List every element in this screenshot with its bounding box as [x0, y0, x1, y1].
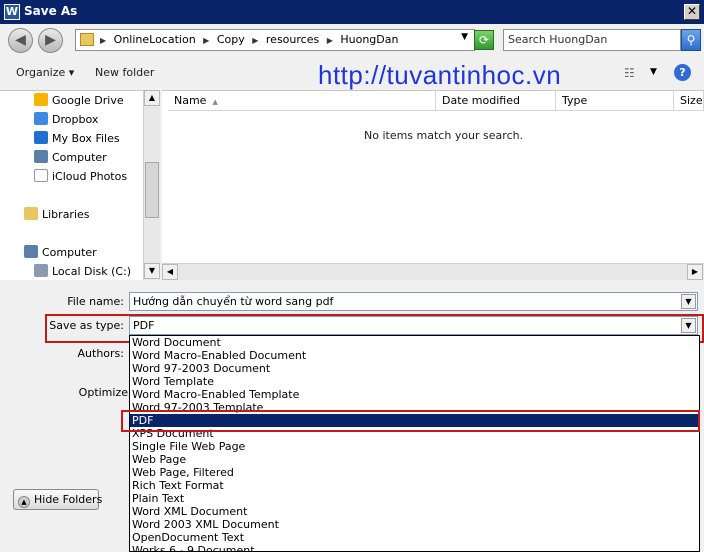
- nav-item-local-disk[interactable]: Local Disk (C:): [34, 264, 131, 282]
- google-drive-icon: [34, 93, 48, 106]
- chevron-up-icon: ▲: [18, 496, 30, 508]
- type-option[interactable]: Plain Text: [130, 492, 699, 505]
- column-header-type[interactable]: Type: [556, 91, 674, 111]
- nav-item-computer[interactable]: Computer: [34, 150, 107, 168]
- chevron-right-icon: ▶: [100, 36, 107, 45]
- breadcrumb: ▶ OnlineLocation ▶ Copy ▶ resources ▶ Hu…: [100, 33, 402, 46]
- dropbox-icon: [34, 112, 48, 125]
- type-option[interactable]: Web Page: [130, 453, 699, 466]
- nav-item-my-box-files[interactable]: My Box Files: [34, 131, 120, 149]
- nav-item-computer-root[interactable]: Computer: [24, 245, 97, 263]
- organize-button[interactable]: Organize ▾: [16, 66, 74, 79]
- box-icon: [34, 131, 48, 144]
- watermark-url: http://tuvantinhoc.vn: [318, 60, 562, 90]
- breadcrumb-onlinelocation[interactable]: OnlineLocation: [114, 33, 196, 46]
- optimize-label: Optimize: [78, 386, 128, 399]
- nav-scrollbar[interactable]: ▲ ▼: [143, 90, 160, 280]
- search-icon[interactable]: ⚲: [681, 29, 701, 51]
- forward-button[interactable]: ▶: [38, 28, 63, 53]
- new-folder-button[interactable]: New folder: [95, 66, 154, 79]
- view-options-icon[interactable]: ☷: [624, 66, 635, 80]
- sort-ascending-icon: ▲: [212, 98, 218, 106]
- navigation-pane: Google Drive Dropbox My Box Files Comput…: [0, 90, 160, 280]
- file-list: Name ▲ Date modified Type Size No items m…: [162, 90, 704, 280]
- type-option[interactable]: Word Macro-Enabled Document: [130, 349, 699, 362]
- type-option[interactable]: Word 97-2003 Document: [130, 362, 699, 375]
- scroll-right-icon[interactable]: ▶: [687, 264, 703, 280]
- breadcrumb-copy[interactable]: Copy: [217, 33, 245, 46]
- chevron-down-icon[interactable]: ▼: [650, 67, 657, 77]
- type-option[interactable]: Web Page, Filtered: [130, 466, 699, 479]
- type-option[interactable]: Works 6 - 9 Document: [130, 544, 699, 551]
- address-row: ◀ ▶ ▶ OnlineLocation ▶ Copy ▶ resources …: [0, 24, 704, 56]
- window-title: Save As: [24, 4, 78, 18]
- scroll-down-icon[interactable]: ▼: [144, 263, 160, 279]
- computer-icon: [34, 150, 48, 163]
- nav-item-google-drive[interactable]: Google Drive: [34, 93, 124, 111]
- type-option[interactable]: Rich Text Format: [130, 479, 699, 492]
- authors-label: Authors:: [77, 347, 124, 360]
- type-option[interactable]: Word Document: [130, 336, 699, 349]
- type-option[interactable]: Word XML Document: [130, 505, 699, 518]
- breadcrumb-huongdan[interactable]: HuongDan: [340, 33, 398, 46]
- hide-folders-button[interactable]: ▲ Hide Folders: [13, 489, 102, 510]
- annotation-box-pdf: [121, 410, 700, 432]
- title-bar: W Save As ✕: [0, 0, 704, 24]
- column-header-date[interactable]: Date modified: [436, 91, 556, 111]
- back-button[interactable]: ◀: [8, 28, 33, 53]
- chevron-down-icon[interactable]: ▼: [681, 294, 696, 309]
- word-app-icon: W: [4, 4, 20, 20]
- type-option[interactable]: OpenDocument Text: [130, 531, 699, 544]
- close-button[interactable]: ✕: [684, 4, 700, 20]
- file-list-hscrollbar[interactable]: ◀ ▶: [162, 263, 704, 280]
- help-icon[interactable]: ?: [674, 64, 691, 81]
- libraries-icon: [24, 207, 38, 220]
- nav-item-libraries[interactable]: Libraries: [24, 207, 90, 225]
- toolbar: Organize ▾ New folder http://tuvantinhoc…: [0, 58, 704, 90]
- nav-item-dropbox[interactable]: Dropbox: [34, 112, 98, 130]
- refresh-button[interactable]: ⟳: [474, 30, 494, 50]
- scroll-up-icon[interactable]: ▲: [144, 90, 160, 106]
- folder-icon: [80, 33, 94, 46]
- type-option[interactable]: Word Template: [130, 375, 699, 388]
- chevron-right-icon[interactable]: ▶: [203, 36, 209, 45]
- type-option[interactable]: Single File Web Page: [130, 440, 699, 453]
- column-header-name[interactable]: Name ▲: [168, 91, 436, 111]
- chevron-right-icon[interactable]: ▶: [252, 36, 258, 45]
- file-name-input[interactable]: Hướng dẫn chuyển từ word sang pdf ▼: [129, 292, 698, 311]
- type-option[interactable]: Word Macro-Enabled Template: [130, 388, 699, 401]
- chevron-right-icon[interactable]: ▶: [327, 36, 333, 45]
- breadcrumb-resources[interactable]: resources: [266, 33, 319, 46]
- save-type-dropdown[interactable]: Word Document Word Macro-Enabled Documen…: [129, 335, 700, 552]
- address-bar[interactable]: ▶ OnlineLocation ▶ Copy ▶ resources ▶ Hu…: [75, 29, 475, 51]
- type-option[interactable]: Word 2003 XML Document: [130, 518, 699, 531]
- chevron-down-icon[interactable]: ▼: [461, 32, 468, 42]
- scroll-left-icon[interactable]: ◀: [162, 264, 178, 280]
- nav-item-icloud-photos[interactable]: iCloud Photos: [34, 169, 127, 187]
- file-name-label: File name:: [67, 295, 124, 308]
- column-header-size[interactable]: Size: [674, 91, 704, 111]
- scroll-thumb[interactable]: [145, 162, 159, 218]
- disk-icon: [34, 264, 48, 277]
- empty-message: No items match your search.: [364, 129, 524, 142]
- computer-icon: [24, 245, 38, 258]
- icloud-icon: [34, 169, 48, 182]
- search-input[interactable]: Search HuongDan: [503, 29, 681, 51]
